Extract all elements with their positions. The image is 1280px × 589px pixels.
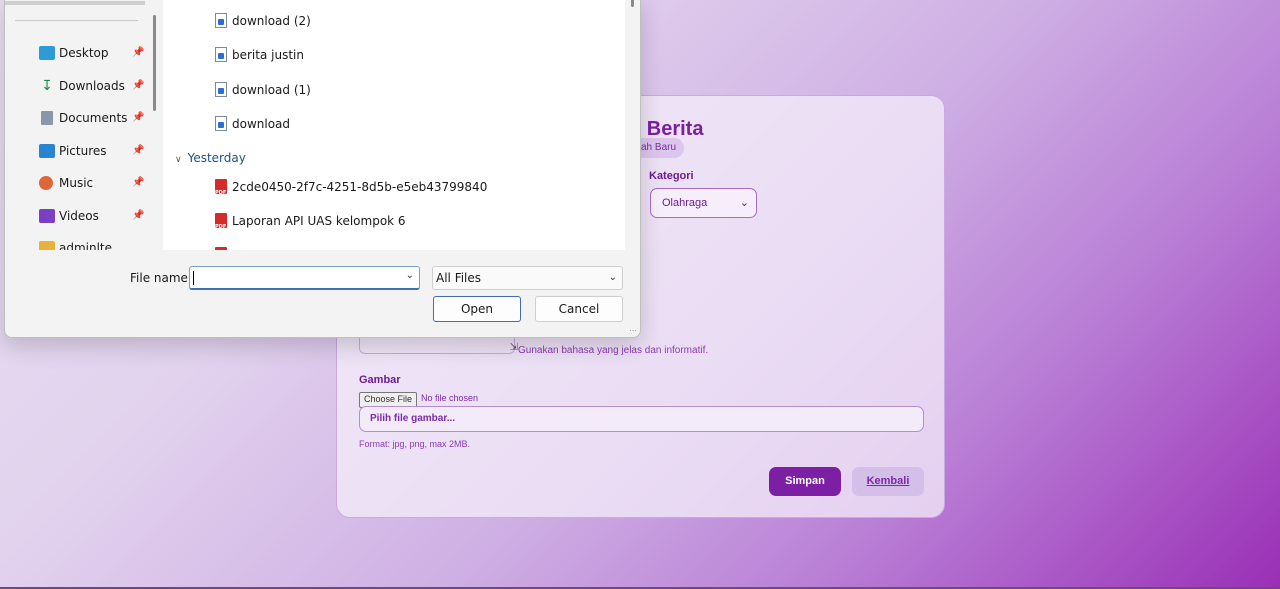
videos-icon: [39, 209, 55, 223]
sidebar-item-label: Pictures: [59, 144, 107, 158]
group-header-yesterday[interactable]: ∨ Yesterday: [175, 150, 246, 168]
kategori-label: Kategori: [649, 170, 694, 182]
sidebar-item-label: Downloads: [59, 79, 125, 93]
pdf-icon: [215, 179, 227, 203]
documents-icon: [41, 111, 53, 125]
pictures-icon: [39, 144, 55, 158]
pdf-icon: [215, 247, 227, 250]
sidebar-item-label: Desktop: [59, 46, 109, 60]
cancel-button[interactable]: Cancel: [535, 296, 623, 322]
gambar-label: Gambar: [359, 374, 401, 386]
sidebar-item-music[interactable]: Music 📌: [39, 173, 149, 193]
nav-selection-bar: [5, 1, 145, 5]
open-button[interactable]: Open: [433, 296, 521, 322]
file-name: 2cde0450-2f7c-4251-8d5b-e5eb43799840: [232, 180, 488, 194]
sidebar-item-label: Documents: [59, 111, 128, 125]
resize-grip-icon[interactable]: ⋯: [629, 326, 637, 335]
file-name: berita justin: [232, 48, 304, 62]
document-icon: [215, 82, 227, 97]
kategori-select[interactable]: Olahraga ⌄: [650, 188, 757, 218]
document-icon: [215, 47, 227, 62]
pin-icon: 📌: [132, 47, 145, 58]
file-name: download: [232, 117, 291, 131]
file-type-value: All Files: [436, 271, 482, 285]
pin-icon: 📌: [132, 145, 145, 156]
content-scrollbar[interactable]: [631, 0, 634, 7]
sidebar-item-pictures[interactable]: Pictures 📌: [39, 141, 149, 161]
file-type-select[interactable]: All Files ⌄: [432, 266, 623, 290]
sidebar-item-label: Videos: [59, 209, 99, 223]
music-icon: [39, 176, 53, 190]
sidebar-item-label: adminlte: [59, 241, 113, 250]
chevron-down-icon[interactable]: ⌄: [406, 270, 414, 281]
konten-help-text: Gunakan bahasa yang jelas dan informatif…: [518, 345, 709, 356]
group-label: Yesterday: [187, 151, 246, 165]
back-button[interactable]: Kembali: [852, 467, 924, 496]
save-button[interactable]: Simpan: [769, 467, 841, 496]
text-caret: [193, 271, 194, 285]
nav-divider: [15, 20, 138, 21]
sidebar-item-videos[interactable]: Videos 📌: [39, 206, 149, 226]
kategori-value: Olahraga: [662, 197, 708, 209]
nav-scrollbar[interactable]: [153, 15, 156, 111]
sidebar-item-label: Music: [59, 176, 94, 190]
folder-icon: [39, 241, 55, 250]
pdf-icon: [215, 213, 227, 237]
document-icon: [215, 13, 227, 28]
file-list-pane: download (2) berita justin download (1) …: [163, 0, 625, 250]
pin-icon: 📌: [132, 210, 145, 221]
sidebar-item-adminlte[interactable]: adminlte: [39, 238, 149, 250]
document-icon: [215, 116, 227, 131]
chevron-down-icon: ⌄: [608, 272, 617, 283]
filename-input[interactable]: ⌄: [189, 266, 420, 290]
sidebar-item-downloads[interactable]: ↧ Downloads 📌: [39, 76, 149, 96]
format-help-text: Format: jpg, png, max 2MB.: [359, 439, 471, 449]
pin-icon: 📌: [132, 177, 145, 188]
file-open-dialog: Desktop 📌 ↧ Downloads 📌 Documents 📌 Pict…: [4, 0, 641, 338]
no-file-status: No file chosen: [421, 393, 479, 403]
desktop-icon: [39, 46, 55, 60]
pin-icon: 📌: [132, 112, 145, 123]
navigation-pane: Desktop 📌 ↧ Downloads 📌 Documents 📌 Pict…: [5, 0, 156, 250]
sidebar-item-documents[interactable]: Documents 📌: [39, 108, 149, 128]
sidebar-item-desktop[interactable]: Desktop 📌: [39, 43, 149, 63]
file-name: Laporan API UAS kelompok 6: [232, 214, 406, 228]
chevron-down-icon: ∨: [175, 155, 182, 165]
filename-label: File name:: [130, 271, 192, 285]
download-arrow-icon: ↧: [41, 78, 53, 94]
image-file-input[interactable]: Pilih file gambar...: [359, 406, 924, 432]
chevron-down-icon: ⌄: [739, 197, 749, 209]
resize-handle-icon[interactable]: ⇲: [510, 342, 518, 353]
pin-icon: 📌: [132, 80, 145, 91]
file-name: download (2): [232, 14, 311, 28]
file-name: download (1): [232, 83, 311, 97]
